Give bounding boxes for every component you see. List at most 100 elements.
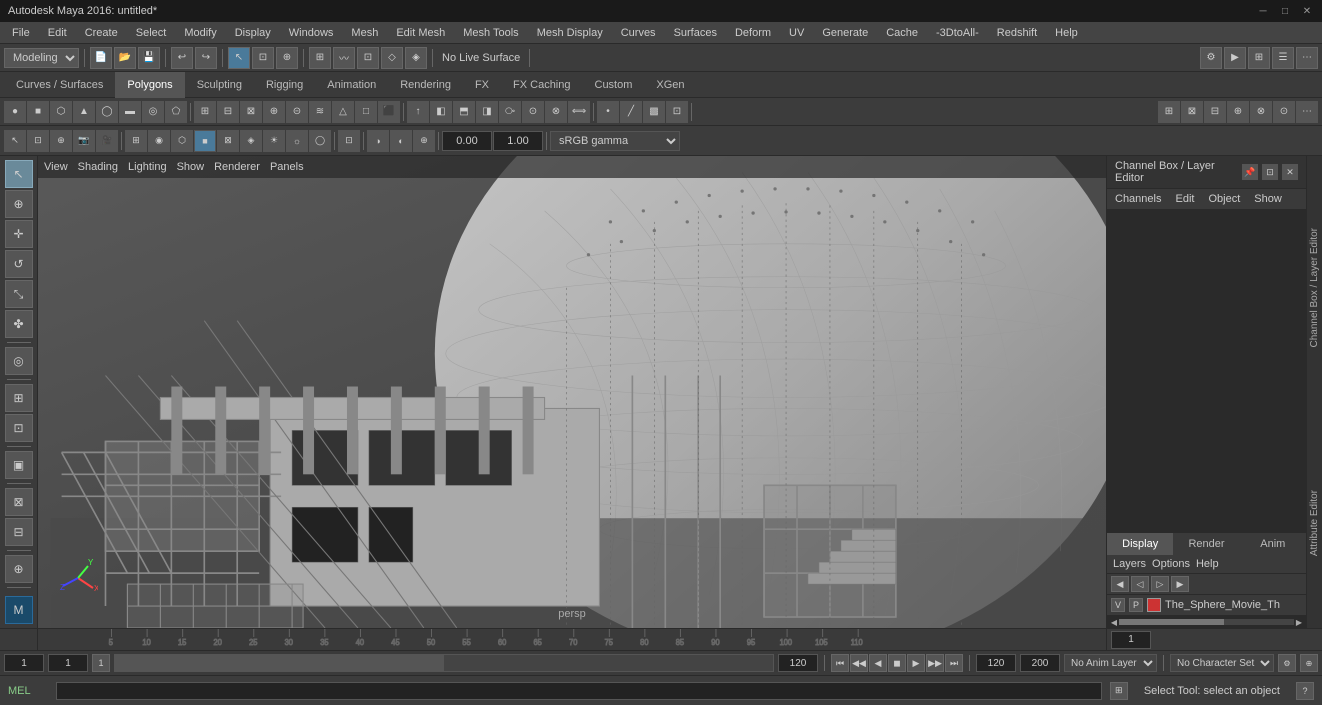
open-button[interactable]: 📂: [114, 47, 136, 69]
tab-rigging[interactable]: Rigging: [254, 72, 315, 98]
display-mode4[interactable]: ⊕: [1227, 101, 1249, 123]
vp-xray[interactable]: ◯: [309, 130, 331, 152]
paint-select-tool[interactable]: ⊕: [5, 190, 33, 218]
time-ruler[interactable]: 5 10 15 20 25 30 35 40 45 50 55 60 65 70…: [76, 629, 890, 650]
vp-flat[interactable]: ⬡: [171, 130, 193, 152]
fill-button[interactable]: ⬛: [378, 101, 400, 123]
view-menu[interactable]: View: [44, 161, 68, 173]
cb-pin-button[interactable]: 📌: [1242, 164, 1258, 180]
tab-polygons[interactable]: Polygons: [115, 72, 184, 98]
unknown-tool3[interactable]: ⊕: [5, 555, 33, 583]
render-region[interactable]: ▣: [5, 451, 33, 479]
tab-curves-surfaces[interactable]: Curves / Surfaces: [4, 72, 115, 98]
menu-create[interactable]: Create: [77, 25, 126, 41]
scroll-left[interactable]: ◀: [1109, 617, 1119, 627]
show-manip[interactable]: ⊞: [5, 384, 33, 412]
menu-edit[interactable]: Edit: [40, 25, 75, 41]
target-weld-button[interactable]: ⊙: [522, 101, 544, 123]
display-tab[interactable]: Display: [1107, 533, 1173, 555]
menu-modify[interactable]: Modify: [176, 25, 224, 41]
unknown-tool2[interactable]: ⊟: [5, 518, 33, 546]
flip-button[interactable]: ⟺: [568, 101, 590, 123]
select-tool-button[interactable]: ↖: [228, 47, 250, 69]
merge-button[interactable]: ⧂: [499, 101, 521, 123]
display-mode1[interactable]: ⊞: [1158, 101, 1180, 123]
anim-range-end[interactable]: [1020, 654, 1060, 672]
layer-playback[interactable]: P: [1129, 598, 1143, 612]
extract-button[interactable]: ⊠: [240, 101, 262, 123]
anim-options-btn[interactable]: ⚙: [1278, 654, 1296, 672]
gamma-input[interactable]: 1.00: [493, 131, 543, 151]
sel-face-button[interactable]: ▩: [643, 101, 665, 123]
boolean-button[interactable]: ⊕: [263, 101, 285, 123]
anim-range-start[interactable]: [976, 654, 1016, 672]
current-frame-input[interactable]: [1111, 631, 1151, 649]
layer-color[interactable]: [1147, 598, 1161, 612]
channels-menu[interactable]: Channels: [1111, 191, 1165, 207]
play-button[interactable]: ▶: [907, 654, 925, 672]
cb-close-button[interactable]: ✕: [1282, 164, 1298, 180]
sel-edge-button[interactable]: ╱: [620, 101, 642, 123]
go-to-end[interactable]: ⏭: [945, 654, 963, 672]
wedge-button[interactable]: ◨: [476, 101, 498, 123]
menu-curves[interactable]: Curves: [613, 25, 664, 41]
mirror-button[interactable]: ⊝: [286, 101, 308, 123]
snap-point-button[interactable]: ⊡: [357, 47, 379, 69]
options-menu[interactable]: Options: [1152, 558, 1190, 570]
layer-visibility[interactable]: V: [1111, 598, 1125, 612]
display-mode2[interactable]: ⊠: [1181, 101, 1203, 123]
save-button[interactable]: 💾: [138, 47, 160, 69]
paint-select-button[interactable]: ⊕: [276, 47, 298, 69]
triangulate-button[interactable]: △: [332, 101, 354, 123]
tab-rendering[interactable]: Rendering: [388, 72, 463, 98]
vp-cam2[interactable]: 🎥: [96, 130, 118, 152]
render-button[interactable]: ▶: [1224, 47, 1246, 69]
cb-expand-button[interactable]: ⊡: [1262, 164, 1278, 180]
color-space-select[interactable]: sRGB gamma: [550, 131, 680, 151]
cone-button[interactable]: ▲: [73, 101, 95, 123]
tab-sculpting[interactable]: Sculpting: [185, 72, 254, 98]
show-menu[interactable]: Show: [1250, 191, 1286, 207]
prim8-button[interactable]: ⬠: [165, 101, 187, 123]
script-status-btn[interactable]: ⊞: [1110, 682, 1128, 700]
vp-ambient[interactable]: ◈: [240, 130, 262, 152]
frame-box[interactable]: 1: [92, 654, 110, 672]
scale-tool[interactable]: ⤡: [5, 280, 33, 308]
vp-smooth[interactable]: ◉: [148, 130, 170, 152]
range-end-input[interactable]: [778, 654, 818, 672]
menu-file[interactable]: File: [4, 25, 38, 41]
unknown-tool1[interactable]: ⊠: [5, 488, 33, 516]
torus-button[interactable]: ◯: [96, 101, 118, 123]
move-tool[interactable]: ✛: [5, 220, 33, 248]
cylinder-button[interactable]: ⬡: [50, 101, 72, 123]
vp-shadow-btn[interactable]: ◐: [390, 130, 412, 152]
vp-texture[interactable]: ⊠: [217, 130, 239, 152]
render-settings-button[interactable]: ⚙: [1200, 47, 1222, 69]
next-frame[interactable]: ▶▶: [926, 654, 944, 672]
bridge-button[interactable]: ⬒: [453, 101, 475, 123]
renderer-menu[interactable]: Renderer: [214, 161, 260, 173]
char-set-select[interactable]: No Character Set: [1170, 654, 1274, 672]
snap-view-button[interactable]: ◇: [381, 47, 403, 69]
vp-tool1[interactable]: ↖: [4, 130, 26, 152]
collapse-button[interactable]: ⊗: [545, 101, 567, 123]
snap-surface-button[interactable]: ◈: [405, 47, 427, 69]
menu-mesh[interactable]: Mesh: [343, 25, 386, 41]
vp-cam1[interactable]: 📷: [73, 130, 95, 152]
menu-mesh-tools[interactable]: Mesh Tools: [455, 25, 526, 41]
close-button[interactable]: ✕: [1300, 4, 1314, 18]
ipr-render-button[interactable]: ⊞: [1248, 47, 1270, 69]
menu-mesh-display[interactable]: Mesh Display: [529, 25, 611, 41]
lasso-select-button[interactable]: ⊡: [252, 47, 274, 69]
render-tab[interactable]: Render: [1173, 533, 1239, 555]
lighting-menu[interactable]: Lighting: [128, 161, 167, 173]
rotate-tool[interactable]: ↺: [5, 250, 33, 278]
vp-shaded[interactable]: ■: [194, 130, 216, 152]
snap-grid-button[interactable]: ⊞: [309, 47, 331, 69]
display-mode3[interactable]: ⊟: [1204, 101, 1226, 123]
smooth-button[interactable]: ≋: [309, 101, 331, 123]
layer-next-btn[interactable]: ▷: [1151, 576, 1169, 592]
display-settings-button[interactable]: ☰: [1272, 47, 1294, 69]
prev-frame[interactable]: ◀: [869, 654, 887, 672]
vp-lighting-btn[interactable]: ◑: [367, 130, 389, 152]
